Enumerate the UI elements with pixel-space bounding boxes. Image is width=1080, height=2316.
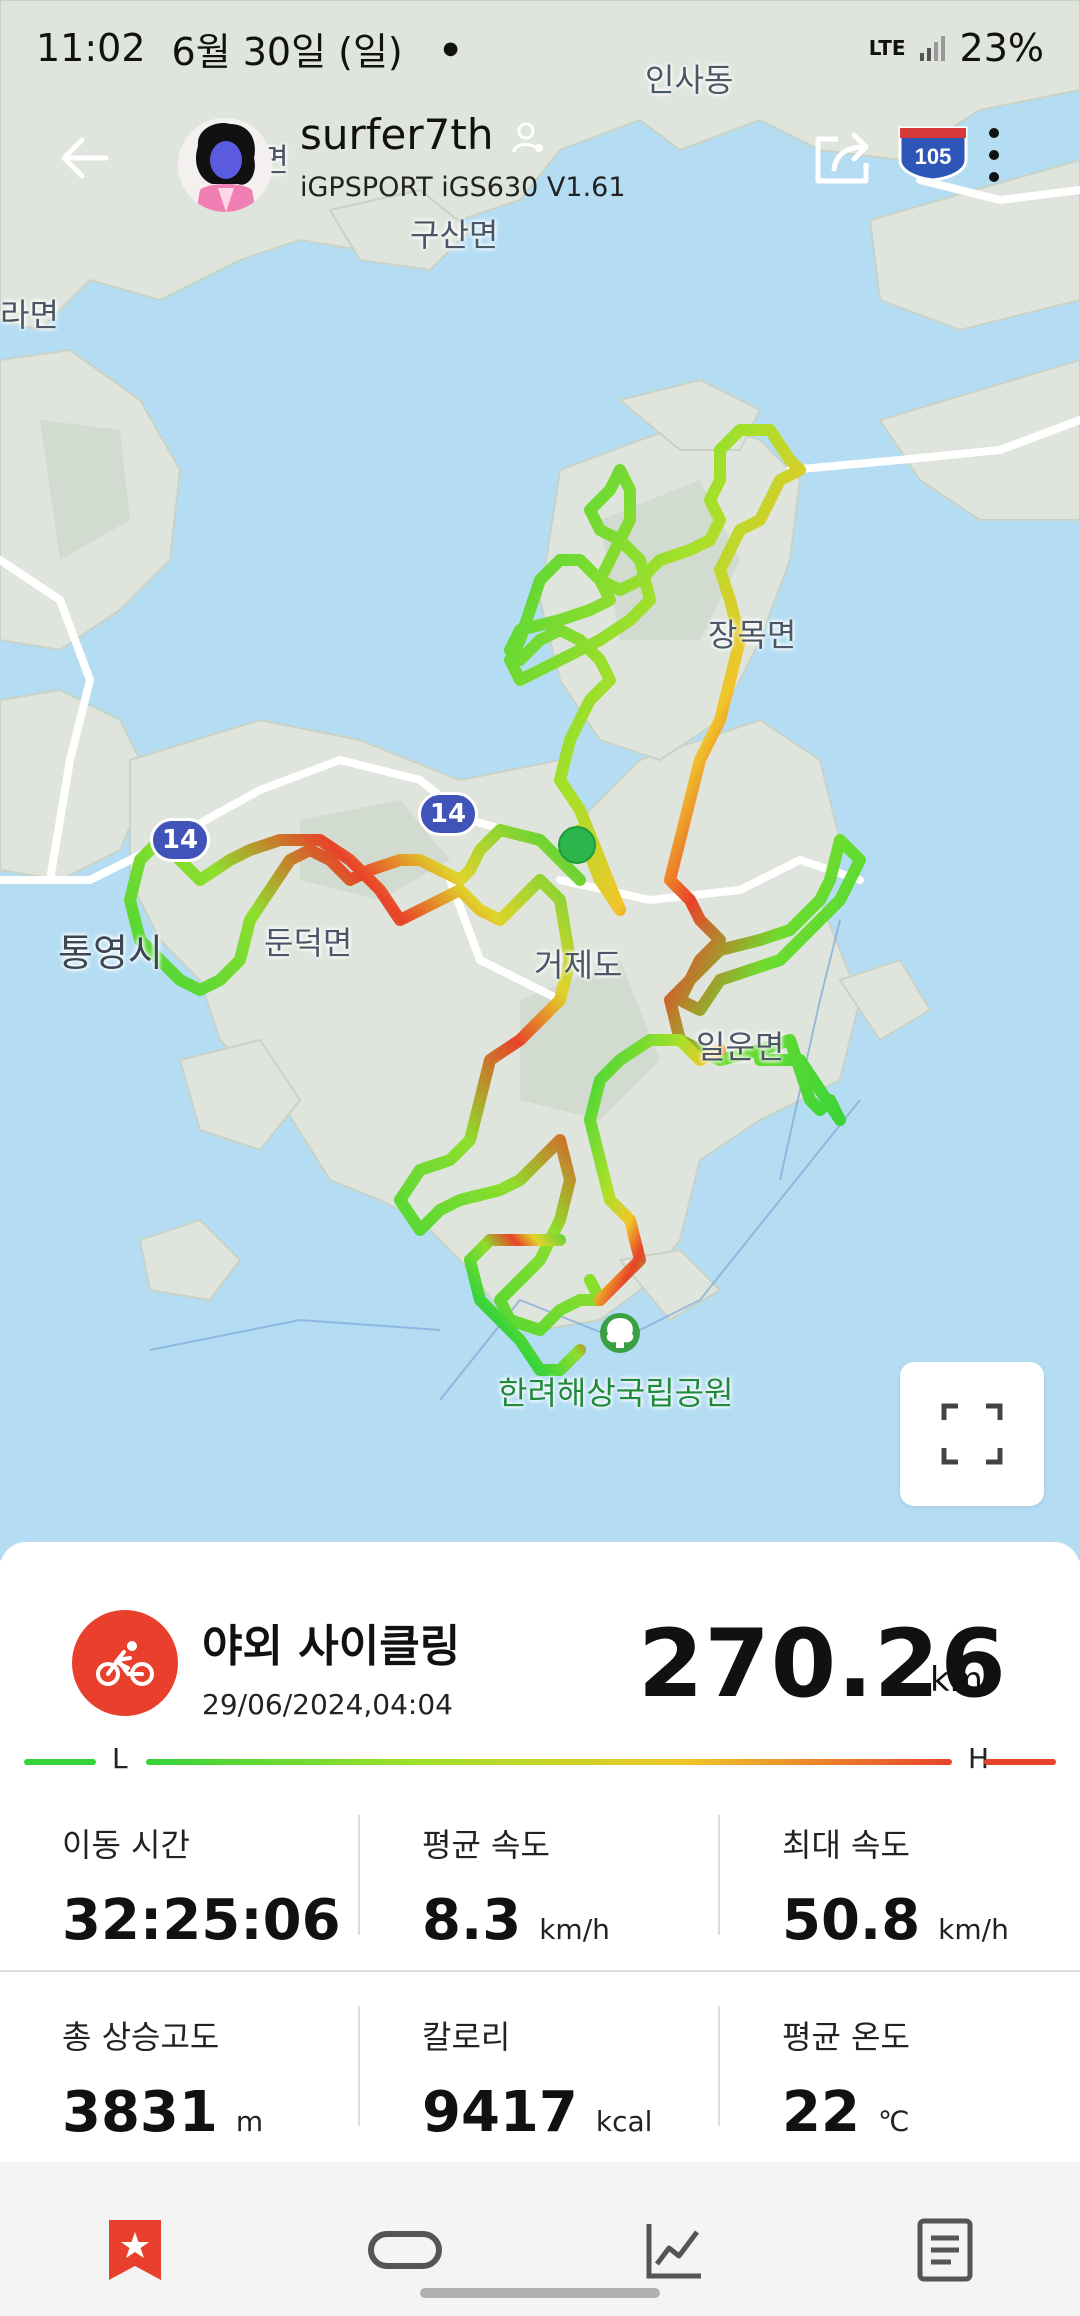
- activity-route-track: [124, 424, 866, 1376]
- route-shield: 14: [150, 818, 210, 862]
- share-icon: [815, 132, 869, 184]
- stat-value: 22: [782, 2080, 860, 2145]
- distance-unit: km: [930, 1660, 983, 1700]
- notification-dot-icon: ●: [442, 37, 459, 59]
- stat-label: 칼로리: [422, 2018, 511, 2056]
- stat-moving-time: 이동 시간 32:25:06: [62, 1820, 341, 1953]
- map-label: 일운면: [696, 1028, 785, 1066]
- stat-calories: 칼로리 9417 kcal: [422, 2012, 652, 2145]
- map-label: 거제도: [534, 946, 623, 984]
- stat-unit: km/h: [539, 1913, 610, 1946]
- speed-color-legend: L H: [24, 1742, 1056, 1782]
- divider: [718, 1815, 720, 1935]
- stat-total-ascent: 총 상승고도 3831 m: [62, 2012, 263, 2145]
- back-button[interactable]: [54, 128, 114, 188]
- document-icon: [917, 2218, 973, 2282]
- status-date: 6월 30일 (일): [171, 29, 403, 74]
- stat-value: 50.8: [782, 1888, 921, 1953]
- username[interactable]: surfer7th: [300, 110, 493, 159]
- more-menu-button[interactable]: [982, 120, 1006, 190]
- stat-label: 평균 온도: [782, 2018, 910, 2056]
- battery-percent: 23%: [959, 26, 1044, 70]
- map-label: 구산면: [410, 216, 499, 254]
- stat-unit: m: [235, 2105, 264, 2138]
- divider: [358, 2006, 360, 2126]
- status-bar: 11:02 6월 30일 (일) ● LTE 23%: [0, 0, 1080, 96]
- stat-max-speed: 최대 속도 50.8 km/h: [782, 1820, 1009, 1953]
- nav-laps-tab[interactable]: [360, 2210, 450, 2290]
- stat-value: 32:25:06: [62, 1888, 341, 1953]
- fullscreen-icon: [941, 1403, 1003, 1465]
- stat-label: 평균 속도: [422, 1826, 550, 1864]
- activity-title: 야외 사이클링: [202, 1621, 461, 1672]
- map-label: 라면: [0, 296, 59, 334]
- stat-unit: ℃: [877, 2105, 910, 2138]
- map-label: 한려해상국립공원: [498, 1374, 734, 1412]
- stat-value: 3831: [62, 2080, 218, 2145]
- status-time: 11:02: [36, 26, 146, 70]
- signal-icon: [919, 36, 945, 61]
- bookmark-icon: [109, 2220, 161, 2280]
- divider: [358, 1815, 360, 1935]
- stat-label: 이동 시간: [62, 1826, 190, 1864]
- stat-avg-temp: 평균 온도 22 ℃: [782, 2012, 910, 2145]
- stat-value: 9417: [422, 2080, 578, 2145]
- nav-summary-tab[interactable]: [90, 2210, 180, 2290]
- nav-chart-tab[interactable]: [630, 2210, 720, 2290]
- arrow-left-icon: [61, 137, 109, 179]
- stat-unit: kcal: [595, 2105, 653, 2138]
- map-label: 둔덕면: [264, 924, 353, 962]
- network-type: LTE: [868, 36, 906, 60]
- divider: [718, 2006, 720, 2126]
- user-profile-icon[interactable]: [510, 120, 546, 156]
- stat-label: 최대 속도: [782, 1826, 910, 1864]
- svg-text:105: 105: [915, 144, 952, 169]
- route-105-shield: 105: [896, 124, 970, 182]
- map-label: 통영시: [58, 931, 163, 975]
- map-label: 장목면: [708, 616, 797, 654]
- activity-type-badge: [72, 1610, 178, 1716]
- row-divider: [0, 1970, 1080, 1972]
- stat-unit: km/h: [938, 1913, 1009, 1946]
- route-start-marker: [558, 826, 596, 864]
- route-map[interactable]: 인사동 동면 구산면 라면 통영시 둔덕면 거제도 장목면 일운면 한려해상국립…: [0, 0, 1080, 1560]
- lap-icon: [368, 2231, 442, 2269]
- activity-datetime: 29/06/2024,04:04: [202, 1688, 453, 1721]
- device-info: iGPSPORT iGS630 V1.61: [300, 172, 626, 203]
- route-shield: 14: [418, 792, 478, 836]
- chart-icon: [646, 2224, 701, 2279]
- stat-value: 8.3: [422, 1888, 522, 1953]
- nav-detail-tab[interactable]: [900, 2210, 990, 2290]
- legend-low-label: L: [112, 1742, 128, 1775]
- bicycle-icon: [96, 1641, 154, 1686]
- stat-label: 총 상승고도: [62, 2018, 220, 2056]
- stat-avg-speed: 평균 속도 8.3 km/h: [422, 1820, 610, 1953]
- more-vertical-icon: [989, 128, 999, 138]
- fullscreen-button[interactable]: [900, 1362, 1044, 1506]
- avatar[interactable]: [178, 118, 272, 212]
- share-button[interactable]: [812, 125, 876, 189]
- home-gesture-bar[interactable]: [420, 2288, 660, 2298]
